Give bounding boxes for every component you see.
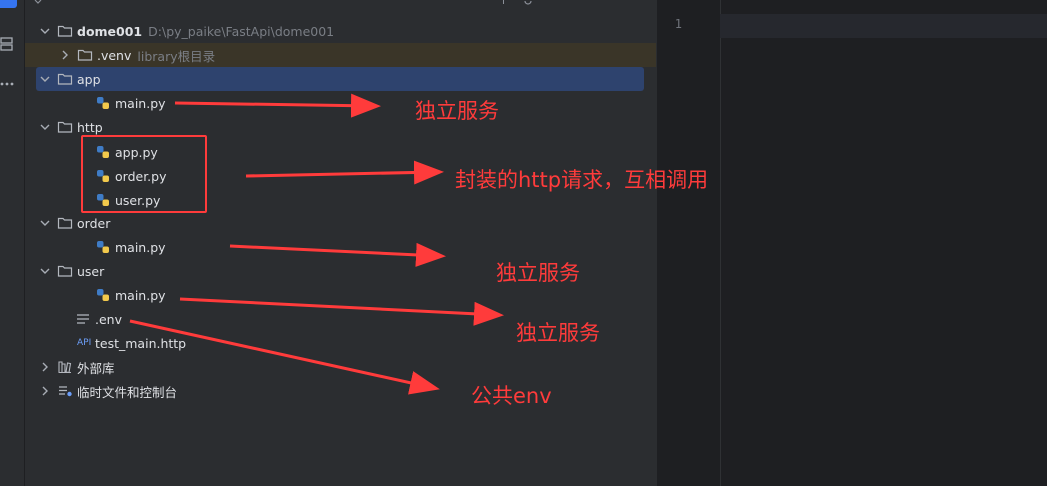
annotation-common-env: 公共env: [471, 384, 552, 408]
annotation-service-app: 独立服务: [415, 99, 499, 123]
external-libraries-label: 外部库: [77, 360, 115, 376]
tree-folder-venv[interactable]: .venv library根目录: [57, 43, 215, 67]
app-folder-name: app: [77, 71, 101, 87]
library-icon: [58, 361, 72, 374]
tree-scratches-consoles[interactable]: 临时文件和控制台: [37, 379, 177, 403]
venv-folder-name: .venv: [97, 47, 132, 63]
project-tool-button[interactable]: [0, 0, 17, 8]
chevron-down-icon[interactable]: [37, 215, 53, 231]
annotation-http-calls: 封装的http请求，互相调用: [455, 168, 709, 192]
annotation-red-box: [81, 135, 207, 213]
chevron-right-icon[interactable]: [37, 359, 53, 375]
folder-icon: [57, 217, 73, 229]
chevron-right-icon[interactable]: [37, 383, 53, 399]
tree-external-libraries[interactable]: 外部库: [37, 355, 115, 379]
folder-icon: [57, 121, 73, 133]
editor-gutter: [658, 0, 721, 486]
order-folder-name: order: [77, 215, 111, 231]
venv-library-hint: library根目录: [137, 48, 216, 64]
folder-icon: [57, 265, 73, 277]
folder-icon: [77, 49, 93, 61]
tree-folder-app[interactable]: app: [37, 67, 101, 91]
chevron-down-icon[interactable]: [37, 23, 53, 39]
tree-root-dome001[interactable]: dome001 D:\py_paike\FastApi\dome001: [37, 19, 334, 43]
folder-icon: [57, 73, 73, 85]
tree-folder-user[interactable]: user: [37, 259, 104, 283]
chevron-down-icon[interactable]: [37, 263, 53, 279]
scratches-icon: [59, 386, 72, 397]
file-name: main.py: [115, 287, 166, 303]
project-tree-pane: dome001 D:\py_paike\FastApi\dome001 .ven…: [25, 0, 656, 486]
structure-icon[interactable]: [0, 37, 14, 51]
annotation-service-user: 独立服务: [516, 321, 600, 345]
more-icon[interactable]: [0, 77, 14, 91]
tree-file-order-main[interactable]: main.py: [95, 235, 166, 259]
tree-folder-order[interactable]: order: [37, 211, 110, 235]
env-file-icon: [77, 314, 89, 324]
chevron-down-icon[interactable]: [37, 119, 53, 135]
python-file-icon: [97, 289, 109, 301]
file-name: main.py: [115, 95, 166, 111]
python-file-icon: [97, 97, 109, 109]
editor-pane[interactable]: 1: [657, 0, 1047, 486]
scratches-label: 临时文件和控制台: [77, 384, 178, 400]
api-file-icon: API: [77, 338, 92, 348]
file-name: test_main.http: [95, 335, 187, 351]
root-folder-path: D:\py_paike\FastApi\dome001: [148, 23, 335, 39]
user-folder-name: user: [77, 263, 105, 279]
annotation-service-order: 独立服务: [496, 261, 580, 285]
tree-file-test-main-http[interactable]: API test_main.http: [77, 331, 186, 355]
http-folder-name: http: [77, 119, 103, 135]
tool-window-strip: [0, 0, 25, 486]
tree-file-env[interactable]: .env: [75, 307, 122, 331]
tree-file-user-main[interactable]: main.py: [95, 283, 166, 307]
current-line-highlight: [720, 14, 1047, 38]
root-folder-name: dome001: [77, 23, 143, 39]
python-file-icon: [97, 241, 109, 253]
pane-header-remnant: [34, 0, 532, 5]
line-number: 1: [674, 17, 682, 31]
chevron-down-icon[interactable]: [37, 71, 53, 87]
selected-row-background: [36, 67, 644, 91]
tree-file-app-main[interactable]: main.py: [95, 91, 166, 115]
chevron-right-icon[interactable]: [57, 47, 73, 63]
file-name: .env: [95, 311, 122, 327]
file-name: main.py: [115, 239, 166, 255]
folder-icon: [57, 25, 73, 37]
